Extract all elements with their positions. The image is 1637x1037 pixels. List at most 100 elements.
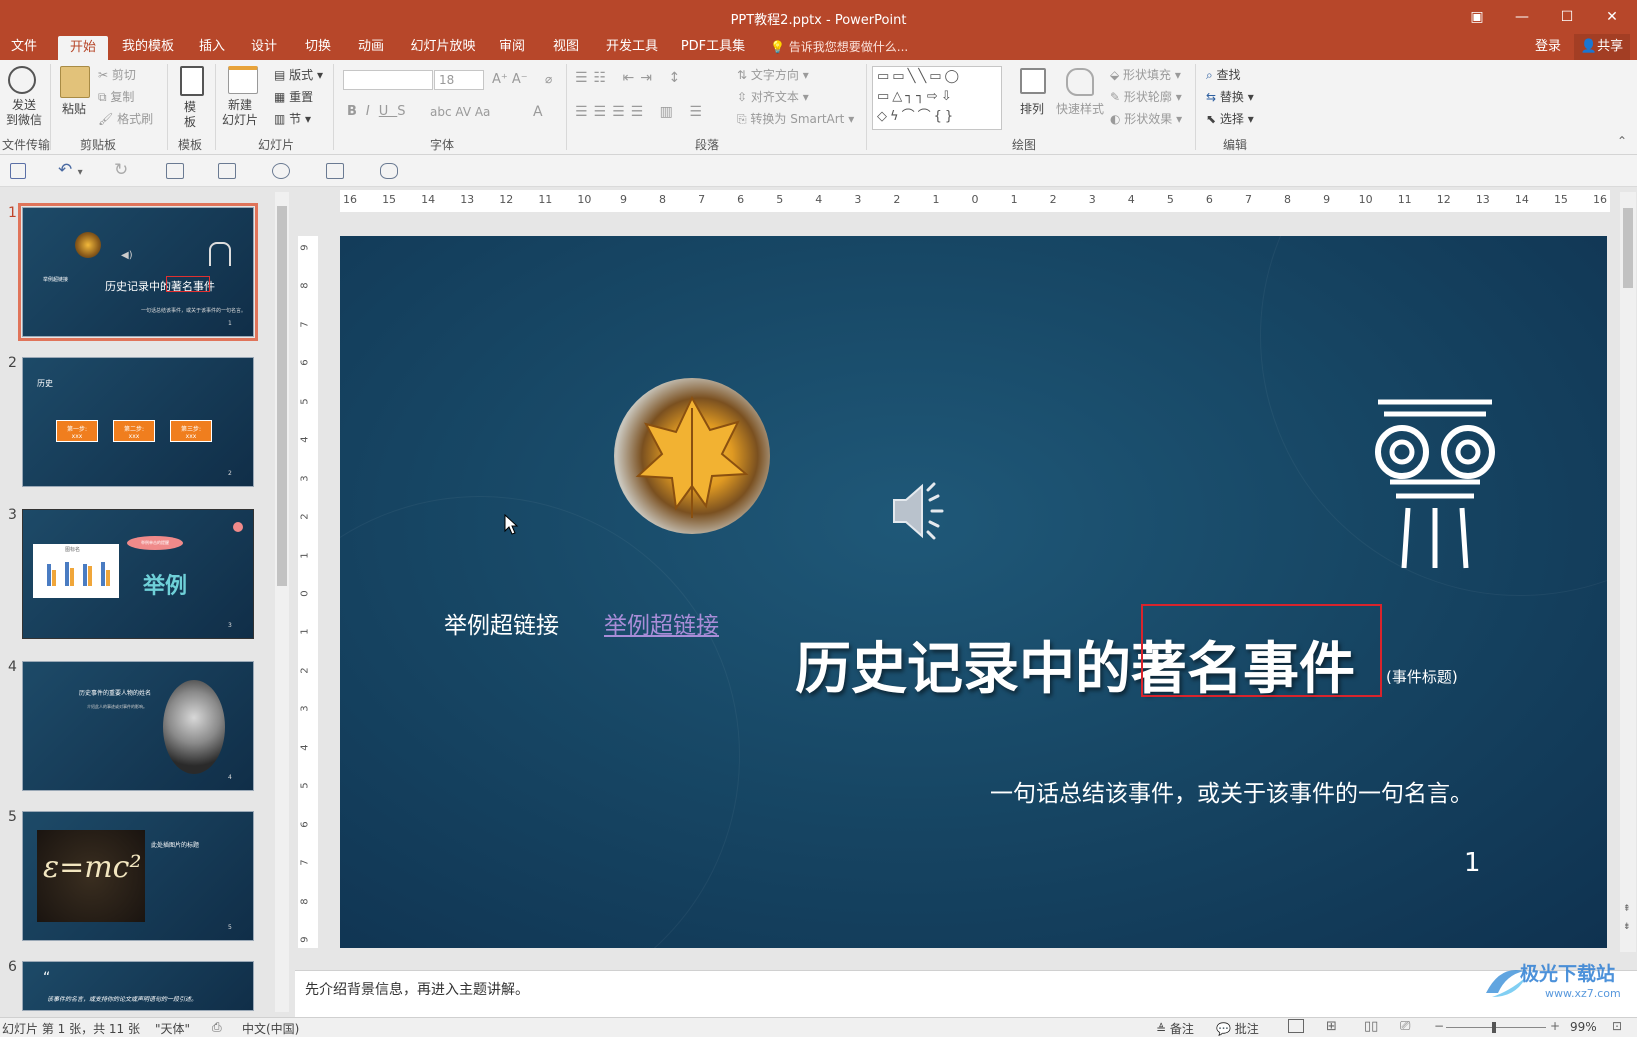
font-style-buttons[interactable]: BIUS [347, 104, 415, 119]
language-indicator[interactable]: 中文(中国) [242, 1020, 299, 1037]
slide-sorter-icon[interactable]: ⊞ [1326, 1019, 1337, 1034]
present-online-icon[interactable] [272, 163, 290, 179]
slide-canvas[interactable]: 举例超链接 举例超链接 历史记录中的著名事件 (事件标题) 一句话总结该事件，或… [340, 236, 1607, 948]
select-button[interactable]: ⬉ 选择 ▾ [1206, 110, 1254, 127]
layout-button[interactable]: ▤ 版式 ▾ [274, 66, 323, 83]
ruler-tick-label: 1 [299, 628, 311, 636]
slide-thumbnail-4[interactable]: 历史事件的重要人物的姓名 介绍此人的事迹或对事件的影响。 4 [22, 661, 254, 791]
new-slide-icon [228, 66, 258, 94]
slideshow-icon[interactable] [326, 163, 344, 179]
align-text-button[interactable]: ⇳ 对齐文本 ▾ [737, 88, 809, 105]
font-name-input[interactable] [343, 70, 433, 90]
font-size-input[interactable]: 18 [434, 70, 484, 90]
shape-effects-button[interactable]: ◐ 形状效果 ▾ [1110, 110, 1182, 127]
close-button[interactable]: ✕ [1590, 4, 1634, 30]
slide-subtitle[interactable]: 一句话总结该事件，或关于该事件的一句名言。 [990, 774, 1473, 808]
zoom-out-icon[interactable]: − [1434, 1019, 1444, 1033]
minimize-button[interactable]: — [1500, 4, 1544, 30]
thumbnail-scrollbar[interactable] [275, 192, 289, 1012]
tab-home[interactable]: 开始 [58, 36, 108, 60]
tell-me-search[interactable]: 💡 告诉我您想要做什么... [770, 34, 908, 60]
speaker-icon[interactable] [888, 476, 958, 546]
convert-smartart-button[interactable]: ⎘ 转换为 SmartArt ▾ [737, 110, 854, 127]
scrollbar-thumb[interactable] [277, 206, 287, 586]
fit-to-window-icon[interactable]: ⊡ [1612, 1019, 1622, 1033]
tab-design[interactable]: 设计 [248, 34, 280, 60]
collapse-ribbon-icon[interactable]: ⌃ [1617, 134, 1627, 148]
spellcheck-icon[interactable]: ⎙ [212, 1020, 222, 1035]
section-button[interactable]: ▥ 节 ▾ [274, 110, 311, 127]
align-buttons[interactable]: ☰☰☰☰ ▥ ☰ [575, 104, 708, 120]
redo-icon[interactable]: ↻ [114, 160, 128, 180]
list-buttons[interactable]: ☰☷ ⇤⇥ ↕ [575, 70, 686, 86]
undo-icon[interactable]: ↶ ▾ [58, 160, 83, 180]
notes-toggle-button[interactable]: ≜ 备注 [1156, 1020, 1194, 1037]
arrange-button[interactable]: 排列 [1020, 100, 1044, 117]
prev-slide-icon[interactable]: ⇞ [1623, 904, 1631, 914]
zoom-level[interactable]: 99% [1570, 1020, 1597, 1034]
reading-view-icon[interactable]: ▯▯ [1364, 1019, 1378, 1034]
new-slide-button[interactable]: 新建 幻灯片 [222, 98, 258, 128]
tab-slideshow[interactable]: 幻灯片放映 [408, 34, 478, 60]
slide-thumbnail-2[interactable]: 历史 第一步: xxx 第二步: xxx 第三步: xxx 2 [22, 357, 254, 487]
tab-developer[interactable]: 开发工具 [602, 34, 662, 60]
save-icon[interactable] [10, 163, 26, 179]
tab-file[interactable]: 文件 [8, 34, 40, 60]
login-button[interactable]: 登录 [1530, 34, 1566, 60]
ribbon-display-options-icon[interactable]: ▣ [1455, 4, 1499, 30]
clear-format-icon[interactable]: ⌀ [545, 72, 552, 86]
notes-text[interactable]: 先介绍背景信息，再进入主题讲解。 [305, 979, 529, 999]
link-text-plain[interactable]: 举例超链接 [444, 606, 559, 640]
normal-view-icon[interactable] [1288, 1019, 1304, 1033]
zoom-slider[interactable] [1446, 1027, 1546, 1028]
reset-button[interactable]: ▦ 重置 [274, 88, 313, 105]
editor-scrollbar[interactable]: ⇞ ⇟ [1620, 192, 1636, 952]
clipboard-icon [60, 66, 90, 98]
tab-view[interactable]: 视图 [550, 34, 582, 60]
maximize-button[interactable]: ☐ [1545, 4, 1589, 30]
clipboard-group-label: 剪贴板 [80, 138, 117, 152]
leaf-image[interactable] [614, 378, 770, 534]
slideshow-view-icon[interactable]: ⎚ [1400, 1019, 1410, 1034]
slide-thumbnail-3[interactable]: 图标名 举例单击的提醒 举例 3 [22, 509, 254, 639]
grow-font-icon[interactable]: A⁺ A⁻ [492, 72, 528, 87]
tab-transitions[interactable]: 切换 [302, 34, 334, 60]
tab-insert[interactable]: 插入 [196, 34, 228, 60]
zoom-in-icon[interactable]: + [1550, 1019, 1560, 1033]
cursor-icon: ⬉ [1206, 112, 1220, 126]
notes-pane[interactable]: 先介绍背景信息，再进入主题讲解。 极光下载站 www.xz7.com [295, 963, 1637, 1017]
zoom-slider-thumb[interactable] [1492, 1022, 1496, 1033]
scrollbar-thumb[interactable] [1623, 208, 1633, 288]
cut-button[interactable]: ✂ 剪切 [98, 66, 136, 83]
send-to-wechat-button[interactable]: 发送 到微信 [6, 98, 42, 128]
template-button[interactable]: 模 板 [184, 100, 196, 130]
copy-button[interactable]: ⧉ 复制 [98, 88, 134, 105]
comments-label: 批注 [1234, 1022, 1259, 1036]
slide-thumbnail-6[interactable]: “ 该事件的名言，或支持你的论文或声明语句的一段引述。 [22, 961, 254, 1011]
shapes-gallery[interactable]: ▭▭╲╲▭◯ ▭△┐┐⇨⇩ ◇ϟ⌒⌒{} [872, 66, 1002, 130]
hyperlink-text[interactable]: 举例超链接 [604, 606, 719, 640]
paste-button[interactable]: 粘贴 [62, 100, 86, 117]
shape-outline-button[interactable]: ✎ 形状轮廓 ▾ [1110, 88, 1182, 105]
text-box-icon[interactable] [218, 163, 236, 179]
shape-fill-button[interactable]: ⬙ 形状填充 ▾ [1110, 66, 1181, 83]
tab-my-templates[interactable]: 我的模板 [118, 34, 178, 60]
quick-styles-button[interactable]: 快速样式 [1056, 100, 1104, 117]
format-painter-button[interactable]: 🖌 格式刷 [98, 110, 153, 127]
tab-animations[interactable]: 动画 [355, 34, 387, 60]
comments-toggle-button[interactable]: 💬 批注 [1216, 1020, 1259, 1037]
print-preview-icon[interactable] [380, 163, 398, 179]
strike-icon[interactable]: abc AV Aa [430, 105, 490, 119]
tab-pdf-tools[interactable]: PDF工具集 [680, 34, 746, 60]
from-beginning-icon[interactable] [166, 163, 184, 179]
text-direction-button[interactable]: ⇅ 文字方向 ▾ [737, 66, 809, 83]
next-slide-icon[interactable]: ⇟ [1623, 922, 1631, 932]
share-button[interactable]: 👤共享 [1574, 34, 1630, 60]
replace-button[interactable]: ⇆ 替换 ▾ [1206, 88, 1254, 105]
slide-thumbnail-1[interactable]: ◀) 举例超链接 历史记录中的著名事件 一句话总结该事件，或关于该事件的一句名言… [18, 203, 258, 341]
find-button[interactable]: ⌕ 查找 [1206, 66, 1241, 83]
font-color-icon[interactable]: A [533, 104, 543, 120]
ruler-tick-label: 12 [499, 193, 514, 206]
slide-thumbnail-5[interactable]: ε=mc² 此处插图片的标题 5 [22, 811, 254, 941]
tab-review[interactable]: 审阅 [496, 34, 528, 60]
